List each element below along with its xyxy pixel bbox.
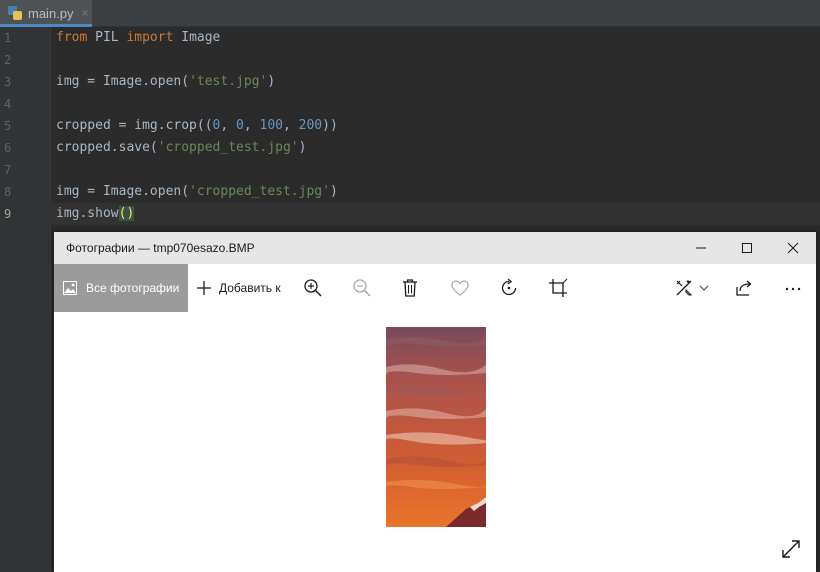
matched-parens: () (118, 206, 135, 221)
code-line-9: img.show() (56, 206, 135, 221)
close-icon (787, 242, 799, 254)
all-photos-label: Все фотографии (86, 281, 180, 295)
window-title: Фотографии — tmp070esazo.BMP (66, 241, 255, 255)
rotate-icon[interactable] (499, 278, 519, 298)
line-number: 6 (4, 141, 12, 155)
favorite-icon[interactable] (450, 278, 470, 298)
close-button[interactable] (770, 232, 816, 264)
share-icon[interactable] (734, 278, 754, 298)
line-number: 4 (4, 97, 12, 111)
chevron-down-icon[interactable] (698, 278, 710, 298)
photos-toolbar: Все фотографии Добавить к (54, 264, 816, 312)
delete-icon[interactable] (400, 278, 420, 298)
maximize-button[interactable] (724, 232, 770, 264)
tab-close-icon[interactable]: × (82, 6, 89, 20)
line-number: 5 (4, 119, 12, 133)
line-number-current: 9 (4, 207, 12, 221)
fullscreen-icon[interactable] (780, 538, 802, 560)
tab-main-py[interactable]: main.py × (0, 0, 92, 27)
code-line-3: img = Image.open('test.jpg') (56, 74, 276, 89)
code-line-1: from PIL import Image (56, 30, 221, 45)
code-line-8: img = Image.open('cropped_test.jpg') (56, 184, 338, 199)
zoom-out-icon[interactable] (352, 278, 372, 298)
add-to-button[interactable]: Добавить к (196, 264, 281, 312)
tab-label: main.py (28, 5, 74, 21)
crop-icon[interactable] (548, 278, 568, 298)
line-number: 3 (4, 75, 12, 89)
minimize-icon (696, 247, 706, 249)
all-photos-button[interactable]: Все фотографии (54, 264, 188, 312)
minimize-button[interactable] (678, 232, 724, 264)
edit-icon[interactable] (674, 278, 694, 298)
add-to-label: Добавить к (219, 281, 281, 295)
gallery-icon (63, 281, 77, 295)
line-number: 8 (4, 185, 12, 199)
line-number: 1 (4, 31, 12, 45)
plus-icon (197, 281, 211, 295)
zoom-in-icon[interactable] (303, 278, 323, 298)
more-icon[interactable] (783, 278, 803, 298)
code-line-5: cropped = img.crop((0, 0, 100, 200)) (56, 118, 338, 133)
photos-app-window: Фотографии — tmp070esazo.BMP Все фотогра… (54, 232, 816, 572)
title-bar: Фотографии — tmp070esazo.BMP (54, 232, 816, 264)
image-viewer (54, 312, 816, 572)
editor-tab-bar: main.py × (0, 0, 820, 27)
displayed-photo[interactable] (386, 327, 486, 527)
code-line-6: cropped.save('cropped_test.jpg') (56, 140, 307, 155)
line-number: 7 (4, 163, 12, 177)
line-number: 2 (4, 53, 12, 67)
python-file-icon (8, 6, 22, 20)
maximize-icon (742, 243, 752, 253)
